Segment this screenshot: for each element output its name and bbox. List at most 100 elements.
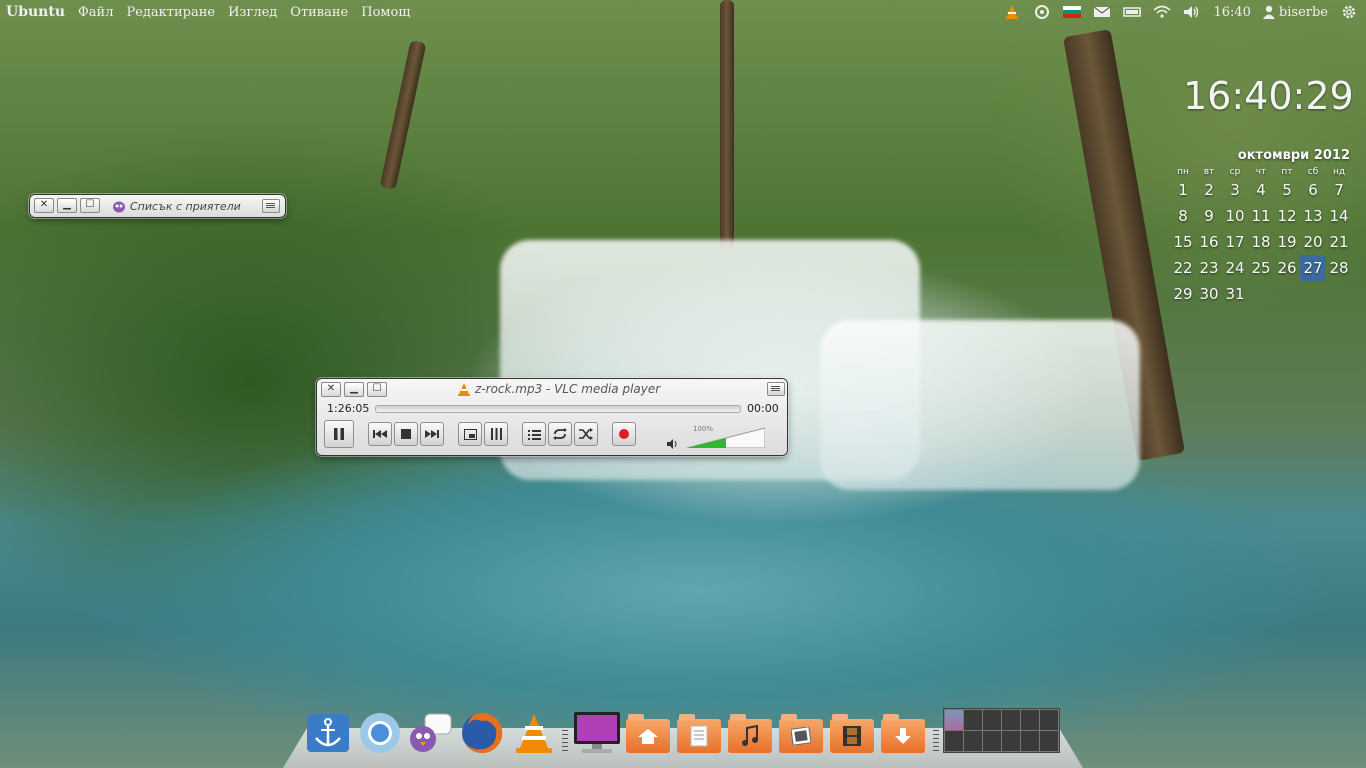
gear-icon[interactable] (1340, 4, 1358, 20)
menu-go[interactable]: Отиване (290, 5, 348, 20)
volume-speaker-icon[interactable] (667, 435, 679, 454)
battery-icon[interactable] (1123, 4, 1142, 20)
dock-pidgin[interactable] (407, 710, 453, 756)
maximize-button[interactable]: ☐ (80, 198, 100, 213)
menu-file[interactable]: Файл (78, 5, 113, 20)
calendar-day[interactable]: 18 (1248, 229, 1274, 255)
dock-music-folder[interactable] (727, 710, 773, 756)
volume-slider[interactable]: 100% (685, 425, 766, 449)
dock-anchor-app[interactable] (305, 710, 351, 756)
calendar-day[interactable]: 20 (1300, 229, 1326, 255)
vlc-window[interactable]: ✕ ▁ ☐ z-rock.mp3 - VLC media player 1:26… (317, 379, 787, 455)
workspace-cell[interactable] (1040, 710, 1058, 730)
calendar-day[interactable]: 19 (1274, 229, 1300, 255)
playlist-button[interactable] (522, 422, 546, 446)
menu-help[interactable]: Помощ (361, 5, 410, 20)
dock-chromium[interactable] (357, 710, 403, 756)
weekday-label: вт (1203, 167, 1215, 177)
workspace-cell[interactable] (983, 710, 1001, 730)
dock-videos-folder[interactable] (829, 710, 875, 756)
loop-button[interactable] (548, 422, 572, 446)
calendar-day[interactable]: 13 (1300, 203, 1326, 229)
next-button[interactable] (420, 422, 444, 446)
workspace-cell[interactable] (1021, 710, 1039, 730)
dock-pictures-folder[interactable] (778, 710, 824, 756)
calendar-day[interactable]: 22 (1170, 255, 1196, 281)
dock-vlc[interactable] (511, 710, 557, 756)
record-button[interactable] (612, 422, 636, 446)
calendar-day[interactable]: 24 (1222, 255, 1248, 281)
user-menu[interactable]: biserbe (1262, 5, 1328, 20)
calendar-day[interactable]: 8 (1170, 203, 1196, 229)
menu-edit[interactable]: Редактиране (126, 5, 215, 20)
calendar-day[interactable]: 2 (1196, 177, 1222, 203)
dock-computer[interactable] (571, 710, 623, 756)
calendar-day[interactable]: 6 (1300, 177, 1326, 203)
window-menu-button[interactable] (262, 199, 280, 213)
wifi-icon[interactable] (1153, 4, 1171, 20)
buddy-list-window[interactable]: ✕ ▁ ☐ Списък с приятели (30, 195, 285, 217)
equalizer-button[interactable] (484, 422, 508, 446)
dock-documents-folder[interactable] (676, 710, 722, 756)
menu-view[interactable]: Изглед (228, 5, 277, 20)
workspace-cell[interactable] (1021, 731, 1039, 751)
calendar-day[interactable]: 3 (1222, 177, 1248, 203)
calendar-day[interactable]: 11 (1248, 203, 1274, 229)
maximize-button[interactable]: ☐ (367, 382, 387, 397)
calendar-day[interactable]: 28 (1326, 255, 1352, 281)
keyboard-layout-flag-icon[interactable] (1063, 4, 1082, 20)
calendar-day[interactable]: 12 (1274, 203, 1300, 229)
calendar-day[interactable]: 30 (1196, 281, 1222, 307)
panel-clock[interactable]: 16:40 (1213, 5, 1250, 20)
dock-downloads-folder[interactable] (880, 710, 926, 756)
calendar-day[interactable]: 16 (1196, 229, 1222, 255)
workspace-cell[interactable] (1040, 731, 1058, 751)
close-button[interactable]: ✕ (321, 382, 341, 397)
network-settings-icon[interactable] (1033, 4, 1051, 20)
dock-separator (562, 730, 568, 752)
pidgin-icon (113, 201, 125, 213)
calendar-day[interactable]: 21 (1326, 229, 1352, 255)
calendar-day-today[interactable]: 27 (1300, 255, 1326, 281)
calendar-day[interactable]: 4 (1248, 177, 1274, 203)
calendar-day[interactable]: 1 (1170, 177, 1196, 203)
volume-icon[interactable] (1183, 4, 1201, 20)
vlc-tray-icon[interactable] (1003, 4, 1021, 20)
previous-button[interactable] (368, 422, 392, 446)
workspace-cell[interactable] (964, 710, 982, 730)
calendar-day[interactable]: 25 (1248, 255, 1274, 281)
fullscreen-button[interactable] (458, 422, 482, 446)
calendar-day[interactable]: 10 (1222, 203, 1248, 229)
dock-home-folder[interactable] (625, 710, 671, 756)
close-button[interactable]: ✕ (34, 198, 54, 213)
calendar-day[interactable]: 17 (1222, 229, 1248, 255)
calendar-day[interactable]: 15 (1170, 229, 1196, 255)
calendar-day[interactable]: 29 (1170, 281, 1196, 307)
workspace-cell[interactable] (983, 731, 1001, 751)
calendar-day[interactable]: 23 (1196, 255, 1222, 281)
vlc-cone-icon (516, 714, 552, 753)
stop-button[interactable] (394, 422, 418, 446)
calendar-day[interactable]: 5 (1274, 177, 1300, 203)
minimize-button[interactable]: ▁ (344, 382, 364, 397)
pause-button[interactable] (324, 420, 354, 448)
minimize-button[interactable]: ▁ (57, 198, 77, 213)
workspace-cell[interactable] (1002, 710, 1020, 730)
workspace-cell[interactable] (945, 731, 963, 751)
elapsed-time[interactable]: 1:26:05 (327, 402, 369, 415)
shuffle-button[interactable] (574, 422, 598, 446)
calendar-day[interactable]: 31 (1222, 281, 1248, 307)
workspace-cell[interactable] (1002, 731, 1020, 751)
remaining-time[interactable]: 00:00 (747, 402, 779, 415)
calendar-day[interactable]: 26 (1274, 255, 1300, 281)
workspace-cell[interactable] (964, 731, 982, 751)
calendar-day[interactable]: 14 (1326, 203, 1352, 229)
calendar-day[interactable]: 7 (1326, 177, 1352, 203)
dock-firefox[interactable] (459, 710, 505, 756)
seek-slider[interactable] (375, 405, 741, 413)
window-menu-button[interactable] (767, 382, 785, 396)
mail-icon[interactable] (1093, 4, 1111, 20)
calendar-day[interactable]: 9 (1196, 203, 1222, 229)
workspace-switcher[interactable] (943, 708, 1060, 753)
workspace-cell-active[interactable] (945, 710, 963, 730)
